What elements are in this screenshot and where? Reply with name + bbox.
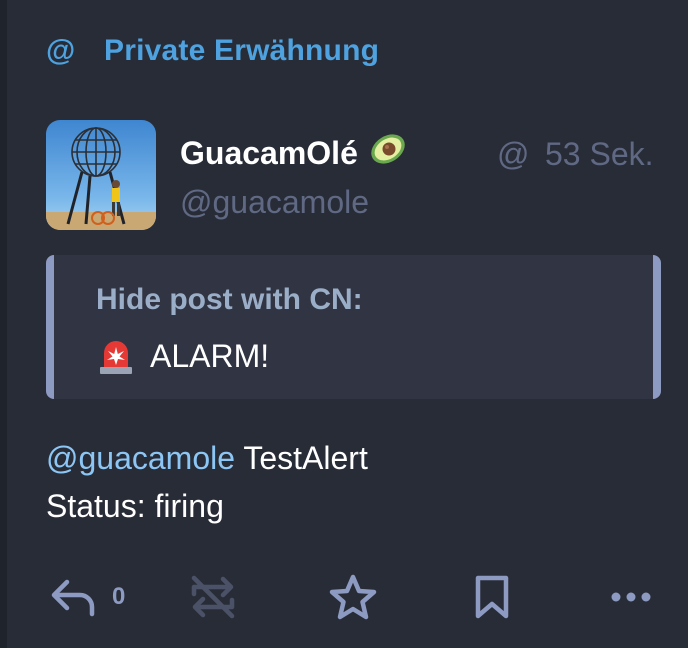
mention-link[interactable]: @guacamole — [46, 440, 235, 476]
content-warning-button[interactable]: Hide post with CN: ALARM! — [46, 255, 661, 399]
cw-hint: Hide post with CN: — [96, 283, 363, 316]
reply-button[interactable]: 0 — [50, 570, 125, 624]
private-mention-header: @ Private Erwähnung — [46, 34, 379, 68]
account-handle[interactable]: @guacamole — [180, 184, 369, 221]
at-icon: @ — [46, 34, 76, 67]
more-button[interactable] — [608, 570, 654, 624]
prepend-label: Private Erwähnung — [104, 34, 380, 67]
reply-icon — [50, 576, 96, 618]
reblog-icon — [188, 572, 238, 622]
display-name-link[interactable]: GuacamOlé — [180, 130, 408, 176]
cw-title: ALARM! — [150, 337, 270, 374]
relative-time[interactable]: 53 Sek. — [545, 136, 654, 173]
cw-title-row: ALARM! — [96, 337, 269, 375]
bookmark-icon — [472, 574, 512, 620]
avatar[interactable] — [46, 120, 156, 230]
content-line-1: @guacamole TestAlert — [46, 434, 368, 482]
column-left-edge — [0, 0, 7, 648]
status-action-bar: 0 — [0, 570, 688, 630]
content-line-2: Status: firing — [46, 488, 224, 524]
display-name: GuacamOlé — [180, 134, 358, 171]
visibility-at-icon: @ — [497, 136, 530, 172]
favourite-button[interactable] — [328, 570, 378, 624]
reblog-button — [188, 570, 238, 624]
bookmark-button[interactable] — [472, 570, 512, 624]
more-icon — [608, 587, 654, 607]
content-text: TestAlert — [235, 440, 368, 476]
star-icon — [328, 573, 378, 621]
reply-count: 0 — [112, 583, 126, 610]
avocado-icon — [368, 130, 408, 176]
siren-icon — [96, 337, 136, 375]
status-content: @guacamole TestAlert Status: firing — [46, 434, 368, 530]
